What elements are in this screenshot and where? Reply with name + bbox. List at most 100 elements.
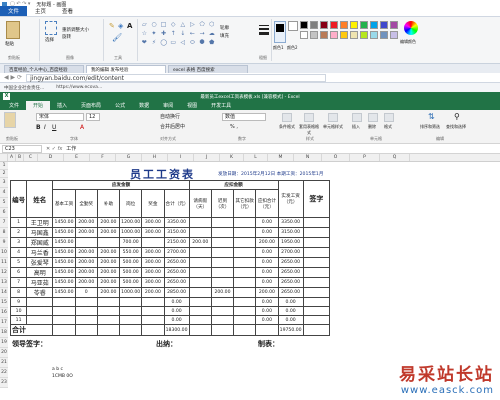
paint-tab-home[interactable]: 主页 (27, 6, 54, 16)
cell-value[interactable] (210, 267, 235, 278)
back-icon[interactable]: ◀ ▶ ⟳ (4, 74, 22, 81)
cell-value[interactable]: 2850.00 (163, 287, 190, 298)
column-header-G[interactable]: G (116, 154, 142, 161)
row-header-1[interactable]: 1 (0, 162, 8, 170)
cell-value[interactable]: 2700.00 (163, 247, 190, 258)
cell-name[interactable]: 马国鑫 (26, 227, 54, 238)
cell-style-icon[interactable] (328, 113, 338, 122)
font-name-select[interactable]: 宋体 (36, 113, 84, 121)
shape-9-icon[interactable]: ✦ (150, 30, 159, 38)
bookmark-item-1[interactable]: 中国企业社会责任... (4, 85, 44, 91)
cell-value[interactable] (188, 247, 212, 258)
excel-tab-formulas[interactable]: 公式 (108, 101, 132, 110)
row-header-15[interactable]: 15 (0, 298, 8, 308)
row-header-11[interactable]: 11 (0, 258, 8, 268)
cell-value[interactable]: 200.00 (255, 287, 279, 298)
cell-value[interactable]: 1450.00 (52, 237, 76, 248)
excel-tab-developer[interactable]: 开发工具 (204, 101, 238, 110)
formula-input[interactable]: 工作 (66, 145, 500, 152)
cell-value[interactable]: 0.00 (277, 315, 304, 325)
cell-value[interactable]: 200.00 (141, 287, 165, 298)
paste-icon[interactable] (6, 21, 20, 39)
cell-value[interactable]: 2650.00 (163, 277, 190, 288)
row-header-7[interactable]: 7 (0, 218, 8, 228)
row-header-12[interactable]: 12 (0, 268, 8, 278)
cell-no[interactable]: 8 (9, 287, 28, 298)
cell-sign[interactable] (302, 287, 331, 298)
palette-color-14[interactable] (340, 31, 348, 39)
palette-color-5[interactable] (350, 21, 358, 29)
color2-button[interactable] (288, 21, 298, 31)
rotate-button[interactable]: 旋转 (62, 34, 71, 40)
cell-sign[interactable] (302, 297, 331, 307)
cell-sign[interactable] (302, 237, 331, 248)
palette-color-9[interactable] (390, 21, 398, 29)
cell-value[interactable] (210, 297, 235, 307)
cell-value[interactable]: 1000.00 (119, 227, 143, 238)
bookmark-item-2[interactable]: https://www.ecova... (56, 85, 102, 90)
shape-14-icon[interactable]: → (198, 30, 207, 38)
cell-value[interactable] (233, 217, 257, 228)
fill-button[interactable]: 填充 (220, 33, 229, 39)
cell-value[interactable]: 3350.00 (277, 217, 304, 228)
column-header-P[interactable]: P (350, 154, 380, 161)
row-header-22[interactable]: 22 (0, 368, 8, 378)
shape-22-icon[interactable]: ⯃ (198, 39, 207, 47)
cell-value[interactable]: 200.00 (96, 217, 121, 228)
cell-value[interactable]: 2650.00 (277, 267, 304, 278)
cell-name[interactable]: 高明 (26, 267, 54, 278)
cell-value[interactable]: 0.00 (163, 297, 190, 307)
cell-value[interactable]: 200.00 (74, 227, 98, 238)
palette-color-1[interactable] (310, 21, 318, 29)
font-color-icon[interactable]: A (80, 124, 84, 131)
cell-value[interactable]: 2700.00 (277, 247, 304, 258)
palette-color-12[interactable] (320, 31, 328, 39)
outline-button[interactable]: 轮廓 (220, 25, 229, 31)
name-box[interactable]: C23 (2, 144, 42, 153)
row-header-20[interactable]: 20 (0, 348, 8, 358)
cell-value[interactable] (141, 315, 165, 325)
shape-13-icon[interactable]: ← (188, 30, 197, 38)
column-header-H[interactable]: H (142, 154, 168, 161)
cell-value[interactable]: 0.00 (255, 267, 279, 278)
cell-sign[interactable] (302, 277, 331, 288)
palette-color-2[interactable] (320, 21, 328, 29)
cell-value[interactable]: 0 (74, 287, 98, 298)
cell-value[interactable]: 0.00 (255, 306, 279, 316)
column-header-C[interactable]: C (24, 154, 38, 161)
cell-value[interactable] (210, 247, 235, 258)
cell-value[interactable] (188, 267, 212, 278)
row-header-6[interactable]: 6 (0, 208, 8, 218)
cell-value[interactable]: 300.00 (141, 247, 165, 258)
shape-10-icon[interactable]: ✚ (159, 30, 168, 38)
column-header-N[interactable]: N (294, 154, 322, 161)
cell-value[interactable]: 300.00 (141, 217, 165, 228)
palette-color-17[interactable] (370, 31, 378, 39)
shape-5-icon[interactable]: ▷ (188, 21, 197, 29)
cell-name[interactable]: 苓睿 (26, 287, 54, 298)
shapes-gallery[interactable]: ▱ ○ □ ◇ △ ▷ ⬠ ⬡ ☆ ✦ ✚ ↑ ↓ ← → ☁ ❤ ⚡ ◯ ▭ ◁ ⬭ ⯃ ⬟ (140, 21, 216, 47)
cell-no[interactable]: 1 (9, 217, 28, 228)
shape-8-icon[interactable]: ☆ (140, 30, 149, 38)
cell-value[interactable] (233, 257, 257, 268)
shape-4-icon[interactable]: △ (179, 21, 188, 29)
cell-value[interactable]: 0.00 (255, 297, 279, 307)
cell-value[interactable]: 0.00 (255, 315, 279, 325)
conditional-format-icon[interactable] (282, 113, 292, 122)
cell-sign[interactable] (302, 247, 331, 258)
cell-value[interactable]: 1450.00 (52, 257, 76, 268)
excel-tab-review[interactable]: 审阅 (156, 101, 180, 110)
color1-button[interactable] (274, 21, 286, 43)
excel-tab-home[interactable]: 开始 (26, 101, 51, 110)
row-header-4[interactable]: 4 (0, 188, 8, 198)
cell-value[interactable]: 2650.00 (163, 267, 190, 278)
cell-value[interactable]: 1200.00 (119, 217, 143, 228)
cell-no[interactable]: 5 (9, 257, 28, 268)
cell-value[interactable] (210, 315, 235, 325)
cell-value[interactable] (188, 297, 212, 307)
row-header-8[interactable]: 8 (0, 228, 8, 238)
cell-value[interactable] (188, 287, 212, 298)
fill-icon[interactable]: ◈ (118, 22, 123, 30)
italic-icon[interactable]: I (44, 124, 46, 131)
font-size-select[interactable]: 12 (86, 113, 100, 121)
